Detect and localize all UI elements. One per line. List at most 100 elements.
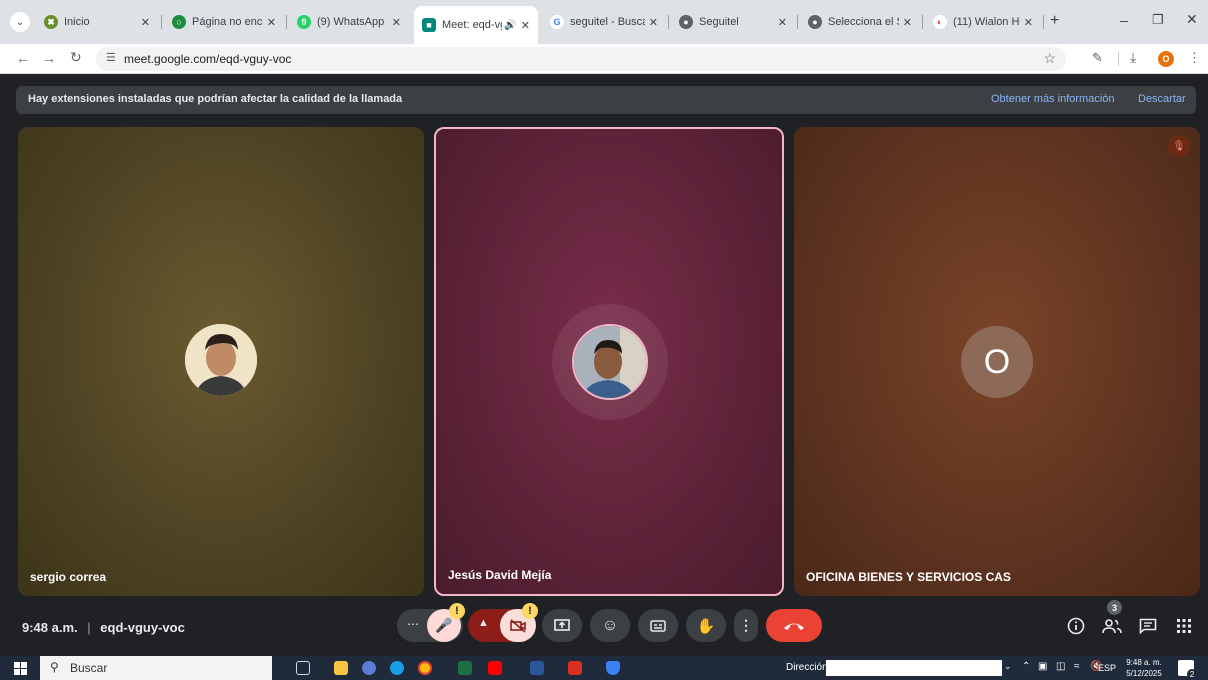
clock-time: 9:48 a. m. xyxy=(1126,658,1162,667)
camera-off-icon xyxy=(510,618,526,633)
tab-close-icon[interactable]: ✕ xyxy=(392,16,401,29)
address-dropdown-icon[interactable]: ⌄ xyxy=(1004,661,1012,672)
address-bar[interactable]: ☰ meet.google.com/eqd-vguy-voc ☆ xyxy=(96,47,1066,71)
activities-button[interactable] xyxy=(1171,613,1197,639)
participant-tile-oficina[interactable]: 🎙 O OFICINA BIENES Y SERVICIOS CAS xyxy=(794,127,1200,596)
download-icon[interactable]: ⤓ xyxy=(1130,49,1136,66)
tab-title: (11) Wialon Hostin xyxy=(953,16,1020,28)
more-options-button[interactable]: ⋮ xyxy=(734,609,758,642)
present-screen-button[interactable] xyxy=(542,609,582,642)
forward-icon[interactable]: → xyxy=(42,50,56,66)
acrobat-icon[interactable] xyxy=(568,661,582,675)
wialon-favicon-icon: ◐ xyxy=(933,15,947,29)
taskbar-search-box[interactable]: ⚲ Buscar xyxy=(40,656,272,680)
windows-start-icon[interactable] xyxy=(14,662,27,680)
tab-seguitel-buscar[interactable]: G seguitel - Buscar c ✕ xyxy=(542,8,666,36)
tab-seguitel[interactable]: ● Seguitel ✕ xyxy=(671,8,795,36)
reload-icon[interactable]: ↻ xyxy=(70,49,82,66)
task-view-icon[interactable] xyxy=(296,661,310,675)
tab-separator xyxy=(922,15,923,29)
meet-favicon-icon: ■ xyxy=(422,18,436,32)
participant-name: OFICINA BIENES Y SERVICIOS CAS xyxy=(806,570,1011,584)
restore-icon[interactable]: ❐ xyxy=(1152,12,1164,28)
tab-wialon-hosting[interactable]: ◐ (11) Wialon Hostin ✕ xyxy=(925,8,1041,36)
tab-close-icon[interactable]: ✕ xyxy=(1024,16,1033,29)
tab-close-icon[interactable]: ✕ xyxy=(778,16,787,29)
youtube-icon[interactable] xyxy=(488,661,502,675)
raise-hand-button[interactable]: ✋ xyxy=(686,609,726,642)
tab-close-icon[interactable]: ✕ xyxy=(649,16,658,29)
leave-call-button[interactable] xyxy=(766,609,822,642)
banner-message: Hay extensiones instaladas que podrían a… xyxy=(28,93,403,105)
tab-close-icon[interactable]: ✕ xyxy=(903,16,912,29)
participant-avatar xyxy=(185,324,257,396)
participant-tile-sergio[interactable]: sergio correa xyxy=(18,127,424,596)
wifi-off-icon[interactable]: ≈ xyxy=(1074,661,1080,672)
hang-up-icon xyxy=(784,623,804,630)
more-audio-options-icon[interactable]: ⋯ xyxy=(407,617,419,631)
tab-selecciona-servicio[interactable]: ● Selecciona el Serv ✕ xyxy=(800,8,920,36)
clock-date: 5/12/2025 xyxy=(1126,669,1162,678)
tab-close-icon[interactable]: ✕ xyxy=(521,19,530,32)
whatsapp-favicon-icon: 9 xyxy=(297,15,311,29)
battery-icon[interactable]: ◫ xyxy=(1056,661,1065,672)
browser-menu-icon[interactable]: ⋮ xyxy=(1188,50,1201,66)
people-button[interactable]: 3 xyxy=(1099,600,1125,639)
tab-inicio[interactable]: ✖ Inicio ✕ xyxy=(36,8,158,36)
file-explorer-icon[interactable] xyxy=(334,661,348,675)
windows-taskbar: ⚲ Buscar Dirección ⌄ ⌃ ▣ ◫ ≈ 🔇 ESP 9:48 … xyxy=(0,656,1208,680)
meeting-details-button[interactable] xyxy=(1063,613,1089,639)
captions-button[interactable] xyxy=(638,609,678,642)
learn-more-link[interactable]: Obtener más información xyxy=(991,93,1115,105)
word-icon[interactable] xyxy=(530,661,544,675)
minimize-icon[interactable]: – xyxy=(1120,12,1128,28)
search-icon: ⚲ xyxy=(50,660,59,674)
language-indicator[interactable]: ESP xyxy=(1098,663,1116,673)
tab-separator xyxy=(1043,15,1044,29)
tab-pagina-no-encontrada[interactable]: ○ Página no encontr ✕ xyxy=(164,8,284,36)
extensions-icon[interactable]: ✎ xyxy=(1092,50,1103,66)
meeting-time: 9:48 a.m. xyxy=(22,620,78,635)
meeting-code: eqd-vguy-voc xyxy=(100,620,185,635)
bookmark-star-icon[interactable]: ☆ xyxy=(1043,50,1056,67)
apps-grid-icon xyxy=(1177,619,1191,633)
notification-count: 2 xyxy=(1187,669,1197,679)
edge-icon[interactable] xyxy=(390,661,404,675)
tab-title: seguitel - Buscar c xyxy=(570,16,645,28)
present-icon xyxy=(554,618,570,631)
site-info-icon[interactable]: ☰ xyxy=(106,51,116,64)
new-tab-button[interactable]: + xyxy=(1050,12,1059,30)
shield-app-icon[interactable] xyxy=(606,661,620,675)
excel-icon[interactable] xyxy=(458,661,472,675)
chrome-icon[interactable] xyxy=(418,661,432,675)
copilot-icon[interactable] xyxy=(362,661,376,675)
google-favicon-icon: G xyxy=(550,15,564,29)
taskbar-clock[interactable]: 9:48 a. m. 5/12/2025 xyxy=(1124,657,1164,679)
camera-options-chevron-icon[interactable]: ▲ xyxy=(478,617,489,629)
address-toolbar-input[interactable] xyxy=(826,660,1002,676)
tab-whatsapp[interactable]: 9 (9) WhatsApp ✕ xyxy=(289,8,409,36)
muted-mic-icon: 🎙 xyxy=(1168,135,1190,157)
participant-avatar xyxy=(572,324,648,400)
tab-search-button[interactable]: ⌄ xyxy=(10,12,30,32)
browser-tab-strip: ⌄ ✖ Inicio ✕ ○ Página no encontr ✕ 9 (9)… xyxy=(0,0,1208,44)
more-vert-icon: ⋮ xyxy=(739,617,753,633)
audio-playing-icon[interactable]: 🔊 xyxy=(504,20,516,31)
profile-avatar[interactable]: O xyxy=(1158,51,1174,67)
dismiss-button[interactable]: Descartar xyxy=(1138,93,1186,105)
notifications-icon[interactable]: 2 xyxy=(1178,660,1197,679)
tab-meet-active[interactable]: ■ Meet: eqd-vgu 🔊 ✕ xyxy=(414,6,538,44)
close-window-icon[interactable]: ✕ xyxy=(1186,11,1198,28)
participant-count-badge: 3 xyxy=(1107,600,1122,615)
participant-tile-jesus[interactable]: Jesús David Mejía xyxy=(434,127,784,596)
tab-separator xyxy=(668,15,669,29)
tab-close-icon[interactable]: ✕ xyxy=(267,16,276,29)
chat-button[interactable] xyxy=(1135,613,1161,639)
back-icon[interactable]: ← xyxy=(16,50,30,66)
tab-close-icon[interactable]: ✕ xyxy=(141,16,150,29)
network-icon[interactable]: ▣ xyxy=(1038,661,1047,672)
mic-controls: ⋯ 🎤 ! xyxy=(397,603,465,642)
reactions-button[interactable]: ☺ xyxy=(590,609,630,642)
tray-overflow-icon[interactable]: ⌃ xyxy=(1022,661,1030,672)
participant-name: sergio correa xyxy=(30,570,107,584)
